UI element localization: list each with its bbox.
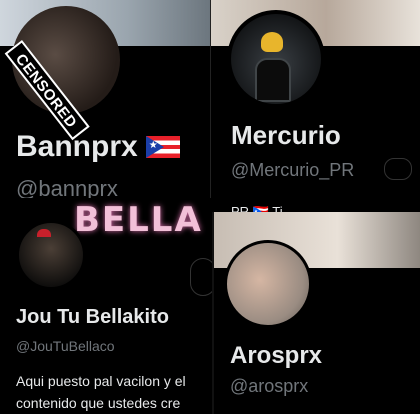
avatar[interactable]: [16, 220, 86, 290]
profile-card-mercurio[interactable]: Mercurio @Mercurio_PR PR 🇵🇷 Ti: [210, 0, 420, 214]
banner-text: BELLA: [74, 200, 203, 240]
display-name[interactable]: Mercurio: [231, 120, 341, 151]
display-name[interactable]: Jou Tu Bellakito: [16, 306, 169, 329]
bio-line-2: contenido que ustedes cre: [16, 395, 181, 411]
avatar-figure: [255, 58, 291, 102]
profile-card-arosprx[interactable]: Arosprx @arosprx: [212, 212, 420, 414]
profile-card-bannprx[interactable]: CENSORED Bannprx ★ @bannprx: [0, 0, 212, 220]
bio-text: Aqui puesto pal vacilon y el contenido q…: [16, 370, 186, 414]
profile-card-joutubellaco[interactable]: BELLA Jou Tu Bellakito @JouTuBellaco Aqu…: [0, 198, 222, 414]
display-name-text: Bannprx: [16, 130, 138, 163]
puerto-rico-flag-icon: ★: [145, 136, 180, 158]
avatar[interactable]: [224, 240, 312, 328]
follow-button[interactable]: [384, 158, 412, 180]
user-handle[interactable]: @arosprx: [230, 376, 308, 397]
display-name[interactable]: Bannprx ★: [16, 130, 180, 164]
user-handle[interactable]: @JouTuBellaco: [16, 338, 115, 354]
avatar-cap: [37, 229, 51, 237]
avatar-hat: [261, 32, 283, 52]
bio-line-1: Aqui puesto pal vacilon y el: [16, 373, 186, 389]
user-handle[interactable]: @Mercurio_PR: [231, 160, 354, 181]
avatar[interactable]: [227, 10, 325, 108]
display-name[interactable]: Arosprx: [230, 342, 322, 370]
